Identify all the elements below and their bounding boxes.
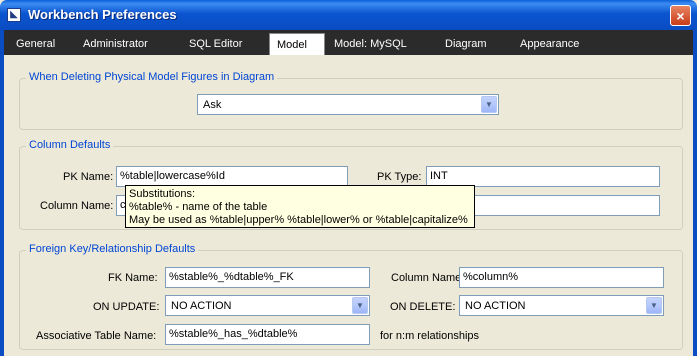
pk-name-label: PK Name: bbox=[63, 171, 114, 183]
chevron-down-icon[interactable]: ▼ bbox=[646, 297, 662, 314]
window-title: Workbench Preferences bbox=[28, 7, 177, 22]
delete-figures-legend: When Deleting Physical Model Figures in … bbox=[26, 71, 278, 83]
title-bar: ◣ Workbench Preferences × bbox=[0, 0, 697, 30]
close-icon: × bbox=[676, 7, 685, 24]
column-name-label: Column Name: bbox=[40, 200, 114, 212]
on-update-select[interactable]: NO ACTION ▼ bbox=[165, 295, 370, 316]
close-button[interactable]: × bbox=[670, 5, 691, 26]
tab-model-mysql[interactable]: Model: MySQL bbox=[330, 33, 411, 55]
tab-bar: General Administrator SQL Editor Model M… bbox=[4, 30, 693, 55]
chevron-down-icon[interactable]: ▼ bbox=[481, 96, 497, 113]
fk-name-field[interactable]: %stable%_%dtable%_FK bbox=[165, 267, 370, 288]
on-delete-select[interactable]: NO ACTION ▼ bbox=[459, 295, 664, 316]
on-update-label: ON UPDATE: bbox=[93, 301, 160, 313]
tooltip-line: May be used as %table|upper% %table|lowe… bbox=[129, 214, 468, 226]
tab-appearance[interactable]: Appearance bbox=[516, 33, 583, 55]
pk-type-field[interactable]: INT bbox=[426, 166, 660, 187]
pk-type-label: PK Type: bbox=[377, 171, 422, 183]
fk-defaults-legend: Foreign Key/Relationship Defaults bbox=[26, 243, 199, 255]
fk-defaults-group: Foreign Key/Relationship Defaults FK Nam… bbox=[19, 243, 683, 350]
tooltip-line: %table% - name of the table bbox=[129, 201, 268, 213]
tab-model[interactable]: Model bbox=[269, 33, 325, 55]
pk-name-field[interactable]: %table|lowercase%Id bbox=[116, 166, 348, 187]
tab-general[interactable]: General bbox=[12, 33, 59, 55]
fk-column-name-field[interactable]: %column% bbox=[459, 267, 664, 288]
delete-figures-value: Ask bbox=[203, 99, 222, 111]
on-update-value: NO ACTION bbox=[171, 300, 232, 312]
assoc-table-label: Associative Table Name: bbox=[36, 330, 157, 342]
fk-name-label: FK Name: bbox=[108, 272, 158, 284]
chevron-down-icon[interactable]: ▼ bbox=[352, 297, 368, 314]
tab-sql-editor[interactable]: SQL Editor bbox=[185, 33, 246, 55]
tab-diagram[interactable]: Diagram bbox=[441, 33, 491, 55]
assoc-table-hint: for n:m relationships bbox=[380, 330, 480, 342]
window-frame-right bbox=[693, 30, 697, 356]
delete-figures-select[interactable]: Ask ▼ bbox=[197, 94, 499, 115]
on-delete-label: ON DELETE: bbox=[390, 301, 456, 313]
tooltip-line: Substitutions: bbox=[129, 188, 196, 200]
delete-figures-group: When Deleting Physical Model Figures in … bbox=[19, 71, 683, 130]
on-delete-value: NO ACTION bbox=[465, 300, 526, 312]
tab-administrator[interactable]: Administrator bbox=[79, 33, 152, 55]
substitutions-tooltip: Substitutions: %table% - name of the tab… bbox=[125, 185, 475, 228]
app-icon: ◣ bbox=[7, 8, 21, 22]
assoc-table-field[interactable]: %stable%_has_%dtable% bbox=[165, 324, 370, 345]
fk-column-name-label: Column Name: bbox=[391, 272, 465, 284]
column-defaults-legend: Column Defaults bbox=[26, 139, 114, 151]
